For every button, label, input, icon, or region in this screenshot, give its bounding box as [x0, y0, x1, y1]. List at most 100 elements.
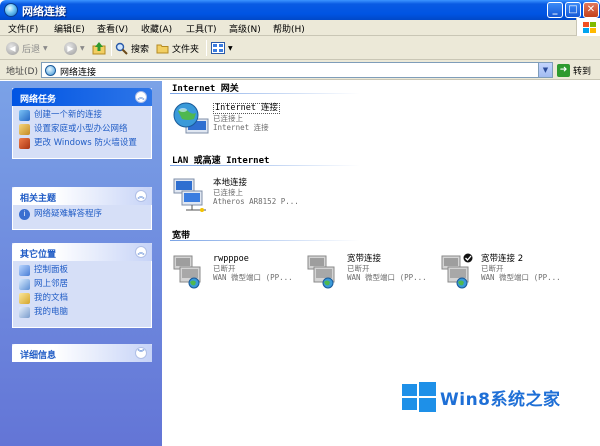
connection-status: 已断开: [213, 264, 236, 273]
menu-edit[interactable]: 编辑(E): [54, 22, 85, 35]
related-topics-header[interactable]: 相关主题 ︽: [12, 187, 152, 205]
connection-internet[interactable]: Internet 连接 已连接上 Internet 连接: [172, 101, 332, 141]
minimize-button[interactable]: _: [547, 2, 563, 18]
collapse-chevron-icon[interactable]: ︽: [135, 190, 147, 202]
network-tasks-title: 网络任务: [20, 95, 57, 105]
broadband-disconnected-icon: [173, 255, 201, 289]
menu-file[interactable]: 文件(F): [8, 22, 38, 35]
search-button[interactable]: 搜索: [115, 40, 149, 56]
up-folder-icon: [92, 42, 106, 55]
connection-status: 已连接上: [213, 114, 243, 123]
network-globe-icon: [45, 65, 56, 76]
other-places-title: 其它位置: [20, 250, 57, 260]
related-topics-panel: 相关主题 ︽ i 网络疑难解答程序: [12, 187, 152, 230]
connection-name: Internet 连接: [213, 103, 281, 114]
go-arrow-icon: ➜: [557, 63, 570, 77]
folders-label: 文件夹: [172, 44, 200, 55]
up-folder-button[interactable]: [92, 40, 106, 56]
collapse-chevron-icon[interactable]: ︽: [135, 91, 147, 103]
chevron-down-icon: ▼: [43, 44, 48, 52]
address-bar: 地址(D) 网络连接 ▼ ➜ 转到: [0, 60, 600, 80]
connection-detail: WAN 微型端口 (PP...: [213, 273, 293, 282]
connection-status: 已断开: [481, 264, 504, 273]
windows8-logo-icon: [402, 382, 436, 412]
connection-name: 宽带连接: [347, 254, 382, 264]
connection-rwpppoe[interactable]: rwpppoe 已断开 WAN 微型端口 (PP...: [172, 253, 302, 293]
place-control-panel[interactable]: 控制面板: [19, 265, 145, 276]
window-title: 网络连接: [22, 5, 66, 18]
close-button[interactable]: ✕: [583, 2, 599, 18]
connection-status: 已断开: [347, 264, 370, 273]
new-connection-icon: [19, 110, 30, 121]
firewall-icon: [19, 138, 30, 149]
place-my-documents[interactable]: 我的文档: [19, 293, 145, 304]
internet-gateway-icon: [173, 102, 209, 134]
connection-broadband[interactable]: 宽带连接 已断开 WAN 微型端口 (PP...: [306, 253, 436, 293]
menu-help[interactable]: 帮助(H): [273, 22, 305, 35]
network-globe-icon: [4, 3, 18, 17]
views-button[interactable]: ▼: [211, 40, 233, 56]
network-tasks-header[interactable]: 网络任务 ︽: [12, 88, 152, 106]
other-places-header[interactable]: 其它位置 ︽: [12, 243, 152, 261]
address-value: 网络连接: [60, 68, 97, 78]
connection-name: 本地连接: [213, 178, 248, 188]
details-header[interactable]: 详细信息 ︾: [12, 344, 152, 362]
maximize-button[interactable]: □: [565, 2, 581, 18]
related-troubleshooter[interactable]: i 网络疑难解答程序: [19, 209, 145, 220]
connection-local-area[interactable]: 本地连接 已连接上 Atheros AR8152 P...: [172, 177, 332, 217]
my-computer-icon: [19, 307, 30, 318]
connection-name: rwpppoe: [213, 254, 249, 264]
task-pane: 网络任务 ︽ 创建一个新的连接 设置家庭或小型办公网络 更改 Windows 防…: [0, 81, 162, 446]
address-label: 地址(D): [6, 67, 38, 77]
task-home-network[interactable]: 设置家庭或小型办公网络: [19, 124, 145, 135]
chevron-down-icon: ▼: [80, 44, 85, 52]
back-label: 后退: [22, 44, 41, 55]
menu-favorites[interactable]: 收藏(A): [141, 22, 172, 35]
network-places-icon: [19, 279, 30, 290]
search-label: 搜索: [131, 44, 150, 55]
back-button[interactable]: ◀ 后退 ▼: [6, 40, 48, 56]
connection-status: 已连接上: [213, 188, 243, 197]
broadband-default-disconnected-icon: [441, 253, 473, 289]
task-new-connection[interactable]: 创建一个新的连接: [19, 110, 145, 121]
network-tasks-panel: 网络任务 ︽ 创建一个新的连接 设置家庭或小型办公网络 更改 Windows 防…: [12, 88, 152, 159]
go-button[interactable]: ➜ 转到: [557, 62, 591, 78]
broadband-disconnected-icon: [307, 255, 335, 289]
connection-name: 宽带连接 2: [481, 254, 524, 264]
windows-logo-icon: [576, 18, 600, 36]
watermark: Win8系统之家: [402, 382, 561, 412]
lan-connection-icon: [173, 178, 206, 212]
connection-detail: WAN 微型端口 (PP...: [481, 273, 561, 282]
details-title: 详细信息: [20, 351, 57, 361]
watermark-text: Win8系统之家: [440, 389, 561, 410]
forward-arrow-icon: ▶: [64, 41, 77, 55]
toolbar: ◀ 后退 ▼ ▶ ▼ 搜索 文件夹 ▼: [0, 36, 600, 60]
go-label: 转到: [573, 66, 592, 77]
expand-chevron-icon[interactable]: ︾: [135, 347, 147, 359]
connection-detail: WAN 微型端口 (PP...: [347, 273, 427, 282]
connection-broadband-2[interactable]: 宽带连接 2 已断开 WAN 微型端口 (PP...: [440, 253, 590, 293]
related-topics-title: 相关主题: [20, 194, 57, 204]
views-icon: [211, 42, 225, 54]
place-network-places[interactable]: 网上邻居: [19, 279, 145, 290]
menu-advanced[interactable]: 高级(N): [229, 22, 261, 35]
search-icon: [115, 42, 128, 55]
menu-view[interactable]: 查看(V): [97, 22, 128, 35]
forward-button[interactable]: ▶ ▼: [64, 40, 85, 56]
collapse-chevron-icon[interactable]: ︽: [135, 246, 147, 258]
connection-detail: Atheros AR8152 P...: [213, 197, 299, 206]
other-places-panel: 其它位置 ︽ 控制面板 网上邻居 我的文档 我的电脑: [12, 243, 152, 328]
connection-detail: Internet 连接: [213, 123, 269, 132]
menu-bar: 文件(F) 编辑(E) 查看(V) 收藏(A) 工具(T) 高级(N) 帮助(H…: [0, 20, 600, 36]
task-firewall-settings[interactable]: 更改 Windows 防火墙设置: [19, 138, 145, 149]
place-my-computer[interactable]: 我的电脑: [19, 307, 145, 318]
control-panel-icon: [19, 265, 30, 276]
menu-tools[interactable]: 工具(T): [186, 22, 217, 35]
folders-button[interactable]: 文件夹: [156, 40, 199, 56]
chevron-down-icon: ▼: [228, 44, 233, 52]
address-input[interactable]: 网络连接 ▼: [41, 62, 553, 78]
info-icon: i: [19, 209, 30, 220]
home-network-icon: [19, 124, 30, 135]
details-panel: 详细信息 ︾: [12, 344, 152, 362]
address-dropdown-button[interactable]: ▼: [538, 63, 552, 77]
